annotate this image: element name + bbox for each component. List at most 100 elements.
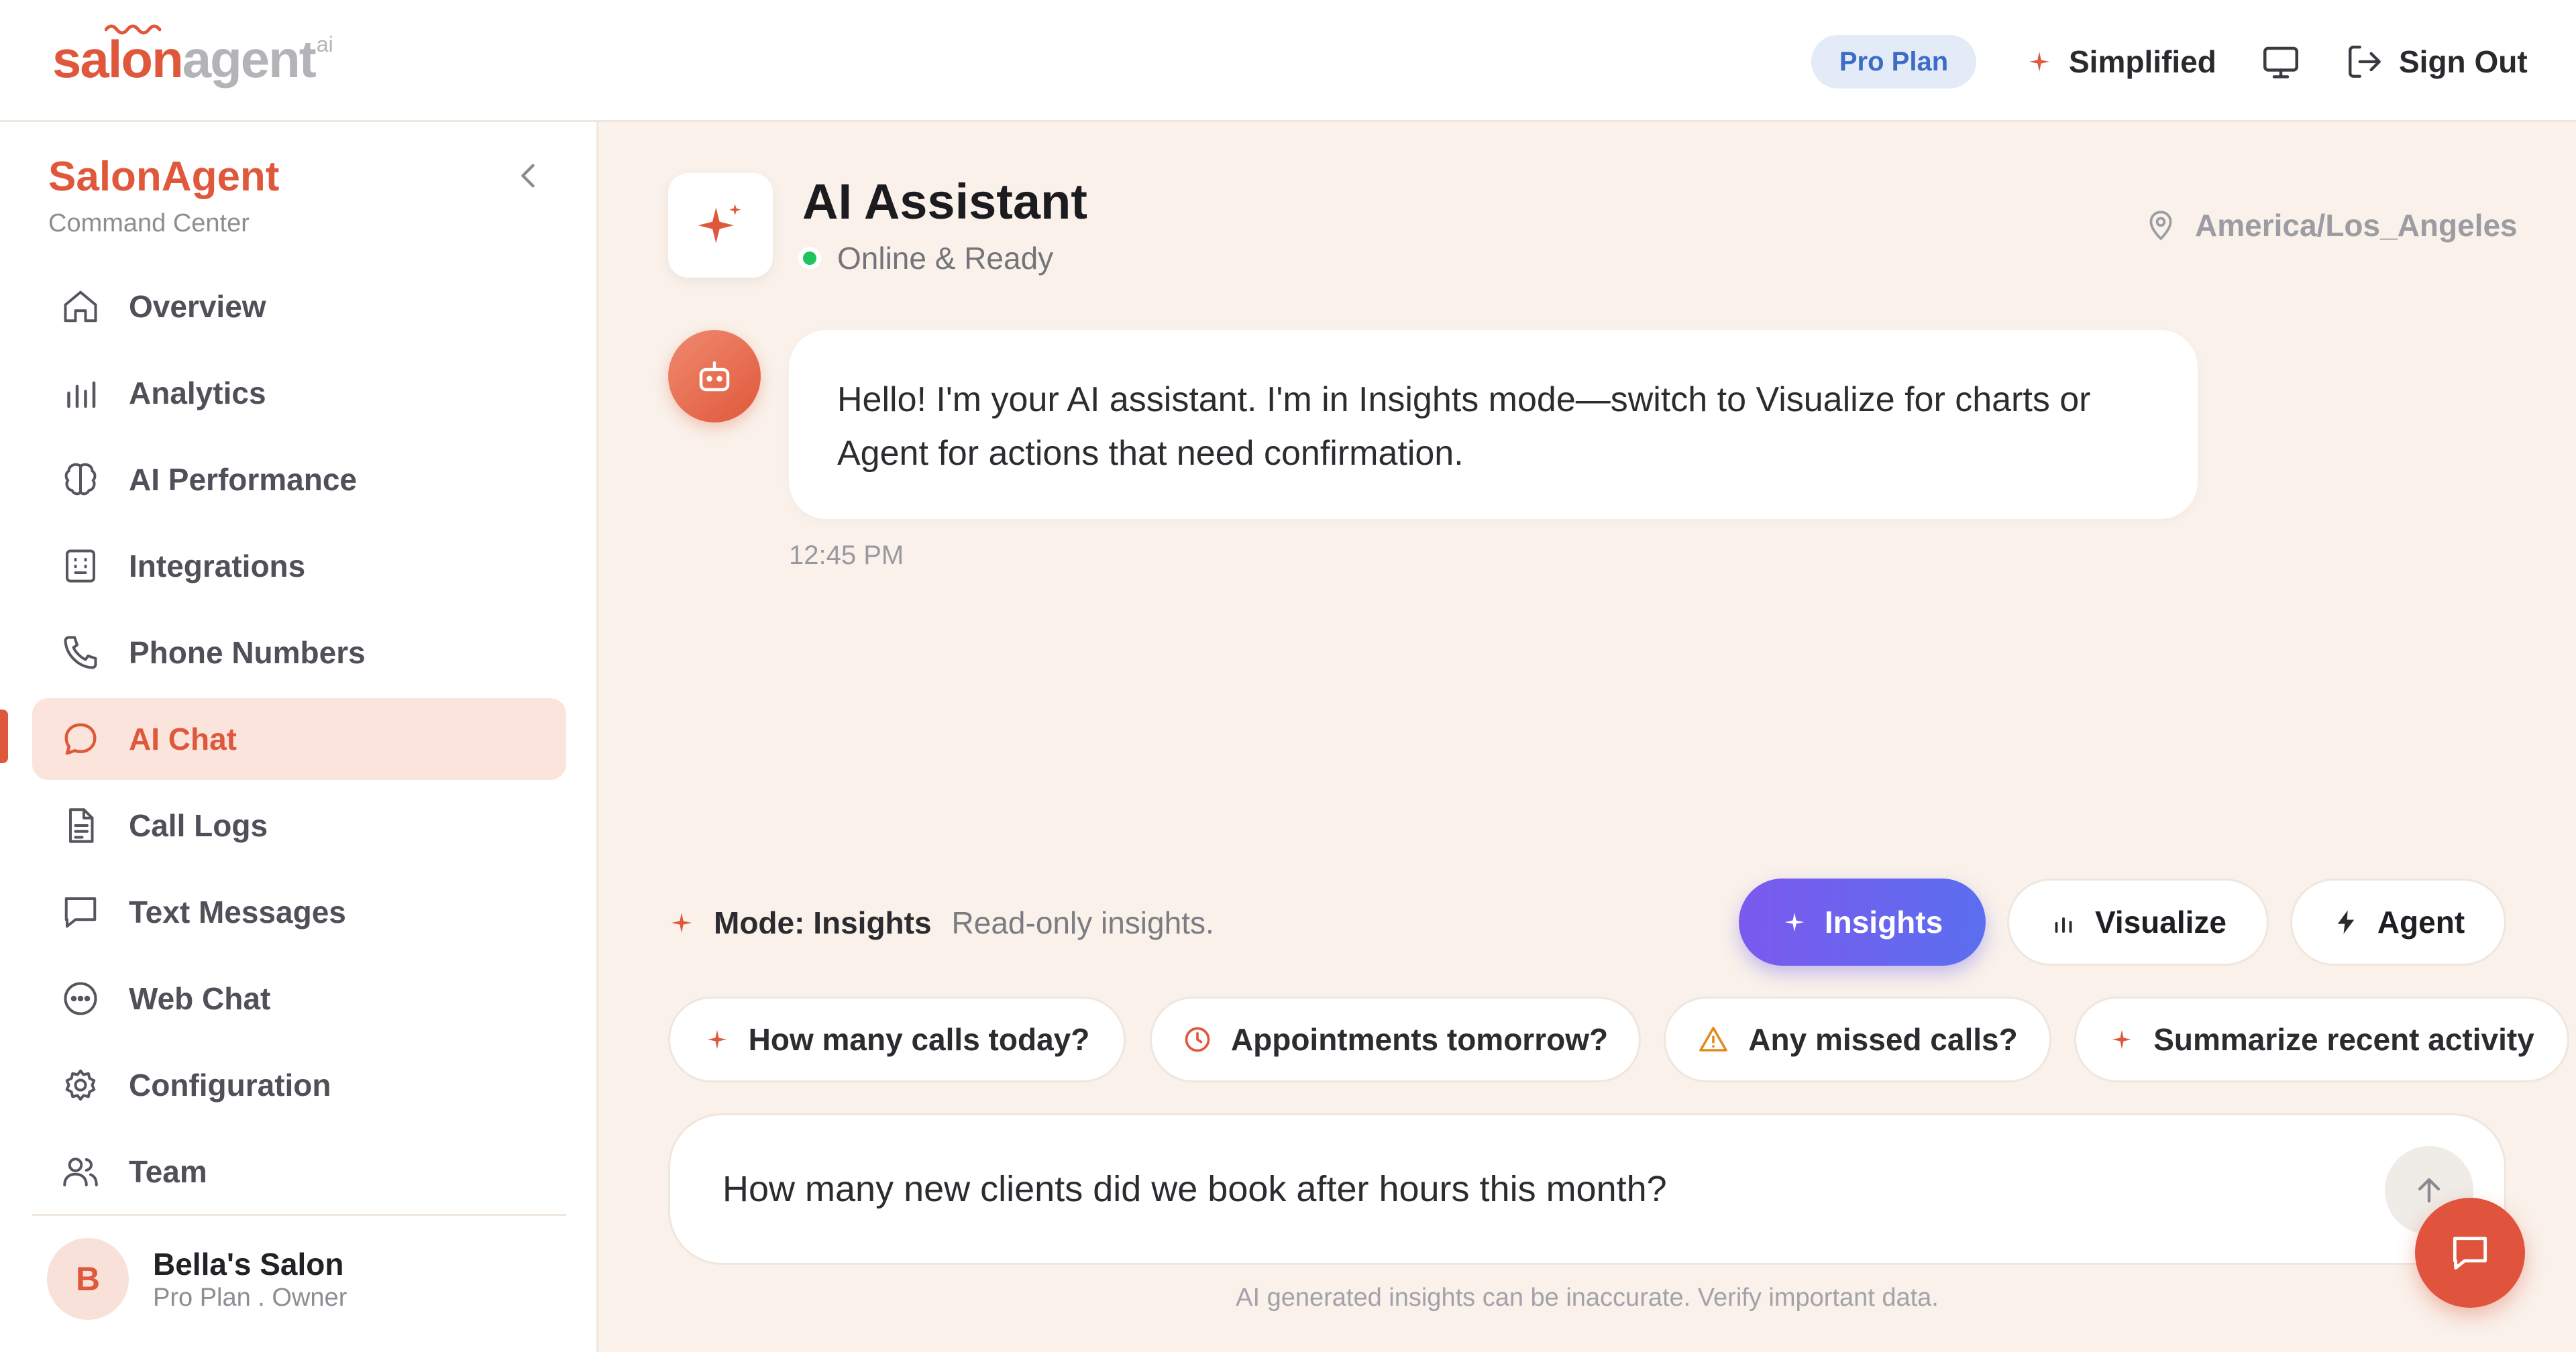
sign-out-label: Sign Out	[2399, 44, 2528, 79]
suggestion-label: Appointments tomorrow?	[1230, 1022, 1609, 1057]
mode-insights-button[interactable]: Insights	[1739, 879, 1986, 966]
mode-option-label: Visualize	[2094, 905, 2227, 940]
sidebar-title: SalonAgent	[48, 154, 280, 200]
sidebar-item-label: Web Chat	[129, 981, 271, 1016]
sparkle-icon	[672, 913, 692, 933]
ai-disclaimer: AI generated insights can be inaccurate.…	[1236, 1284, 1939, 1312]
mode-indicator: Mode: Insights Read-only insights.	[668, 901, 1214, 944]
clock-icon	[1185, 1027, 1210, 1052]
sparkle-icon	[2029, 52, 2049, 72]
assistant-message: Hello! I'm your AI assistant. I'm in Ins…	[789, 330, 2198, 519]
mode-option-label: Agent	[2377, 905, 2465, 940]
monitor-icon	[2263, 46, 2298, 78]
sidebar-item-label: Call Logs	[129, 808, 268, 843]
map-pin-icon	[2149, 211, 2172, 241]
sidebar-nav: Overview Analytics AI Performance Integr…	[32, 266, 566, 1217]
sidebar-item-team[interactable]: Team	[32, 1131, 566, 1213]
document-icon	[69, 808, 94, 843]
warning-icon	[1699, 1027, 1728, 1052]
message-timestamp: 12:45 PM	[789, 541, 904, 570]
simplified-label: Simplified	[2069, 44, 2216, 79]
suggestion-chip[interactable]: How many calls today?	[668, 997, 1126, 1082]
bot-avatar	[668, 330, 761, 422]
assistant-icon-tile	[668, 173, 773, 278]
lightning-icon	[2337, 910, 2355, 934]
sidebar-item-label: AI Chat	[129, 722, 237, 756]
timezone-display: America/Los_Angeles	[2144, 205, 2518, 245]
sparkle-icon	[707, 1029, 727, 1050]
suggestion-chip[interactable]: Any missed calls?	[1664, 997, 2051, 1082]
arrow-up-icon	[2418, 1178, 2440, 1203]
log-out-icon	[2349, 46, 2381, 78]
sidebar-item-label: Analytics	[129, 376, 266, 410]
mode-label: Mode: Insights	[714, 905, 932, 940]
top-bar: salonagentai Pro Plan Simplified Sign Ou…	[0, 0, 2576, 122]
sidebar-item-label: Text Messages	[129, 895, 346, 929]
message-square-icon	[2453, 1237, 2487, 1270]
sidebar-item-label: AI Performance	[129, 462, 358, 497]
chat-widget-button[interactable]	[2415, 1198, 2525, 1308]
avatar: B	[47, 1238, 129, 1320]
brain-icon	[64, 463, 97, 496]
suggestion-chip[interactable]: Summarize recent activity	[2074, 997, 2569, 1082]
assistant-status: Online & Ready	[837, 241, 1054, 276]
message-square-icon	[64, 897, 97, 928]
collapse-sidebar-button[interactable]	[511, 158, 546, 193]
mode-agent-button[interactable]: Agent	[2290, 879, 2506, 966]
logo-text-agent: agent	[182, 30, 317, 89]
sidebar-item-overview[interactable]: Overview	[32, 266, 566, 347]
mode-description: Read-only insights.	[951, 905, 1214, 940]
sidebar-item-label: Integrations	[129, 549, 306, 583]
sidebar-item-configuration[interactable]: Configuration	[32, 1044, 566, 1126]
mode-option-label: Insights	[1824, 905, 1943, 940]
sidebar-item-text-messages[interactable]: Text Messages	[32, 871, 566, 953]
suggestion-label: Summarize recent activity	[2153, 1022, 2534, 1057]
sidebar: SalonAgent Command Center Overview Analy…	[0, 122, 598, 1352]
suggestion-label: Any missed calls?	[1748, 1022, 2018, 1057]
sidebar-item-label: Phone Numbers	[129, 635, 366, 670]
chat-bubble-icon	[64, 723, 97, 755]
account-role: Pro Plan . Owner	[153, 1284, 347, 1312]
home-icon	[64, 290, 97, 323]
sparkle-icon	[698, 204, 741, 243]
simplified-toggle[interactable]: Simplified	[2026, 38, 2216, 86]
logo-text-salon: salon	[52, 30, 184, 89]
chat-input[interactable]: How many new clients did we book after h…	[722, 1115, 1667, 1263]
gear-icon	[65, 1069, 96, 1101]
sidebar-item-label: Configuration	[129, 1068, 331, 1103]
active-nav-indicator	[0, 710, 8, 763]
bar-chart-icon	[2055, 917, 2072, 933]
sidebar-item-label: Team	[129, 1154, 207, 1189]
sparkle-icon	[1784, 912, 1805, 932]
chevron-left-icon	[521, 164, 535, 188]
sign-out-button[interactable]: Sign Out	[2345, 38, 2528, 86]
sidebar-item-ai-chat[interactable]: AI Chat	[32, 698, 566, 780]
sidebar-subtitle: Command Center	[48, 209, 250, 237]
sidebar-item-web-chat[interactable]: Web Chat	[32, 958, 566, 1039]
online-status-dot	[798, 247, 821, 270]
sidebar-divider	[32, 1214, 566, 1216]
sidebar-item-label: Overview	[129, 289, 266, 324]
account-name: Bella's Salon	[153, 1247, 344, 1282]
plan-badge: Pro Plan	[1811, 35, 1976, 89]
robot-icon	[699, 361, 730, 392]
users-icon	[63, 1158, 98, 1186]
mode-visualize-button[interactable]: Visualize	[2007, 879, 2269, 966]
phone-icon	[64, 636, 97, 669]
timezone-label: America/Los_Angeles	[2195, 208, 2518, 243]
plug-icon	[66, 549, 95, 583]
suggestion-chip[interactable]: Appointments tomorrow?	[1150, 997, 1641, 1082]
suggestion-label: How many calls today?	[748, 1022, 1090, 1057]
sidebar-item-call-logs[interactable]: Call Logs	[32, 785, 566, 866]
sidebar-item-ai-performance[interactable]: AI Performance	[32, 439, 566, 520]
web-chat-icon	[64, 982, 97, 1015]
display-mode-button[interactable]	[2261, 42, 2301, 82]
assistant-title: AI Assistant	[802, 174, 1087, 229]
sidebar-item-phone-numbers[interactable]: Phone Numbers	[32, 612, 566, 693]
logo-suffix: ai	[316, 32, 333, 56]
chat-input-box[interactable]: How many new clients did we book after h…	[668, 1113, 2506, 1265]
sidebar-item-integrations[interactable]: Integrations	[32, 525, 566, 607]
sparkle-icon	[2112, 1029, 2132, 1050]
app-logo[interactable]: salonagentai	[52, 24, 333, 93]
sidebar-item-analytics[interactable]: Analytics	[32, 352, 566, 434]
